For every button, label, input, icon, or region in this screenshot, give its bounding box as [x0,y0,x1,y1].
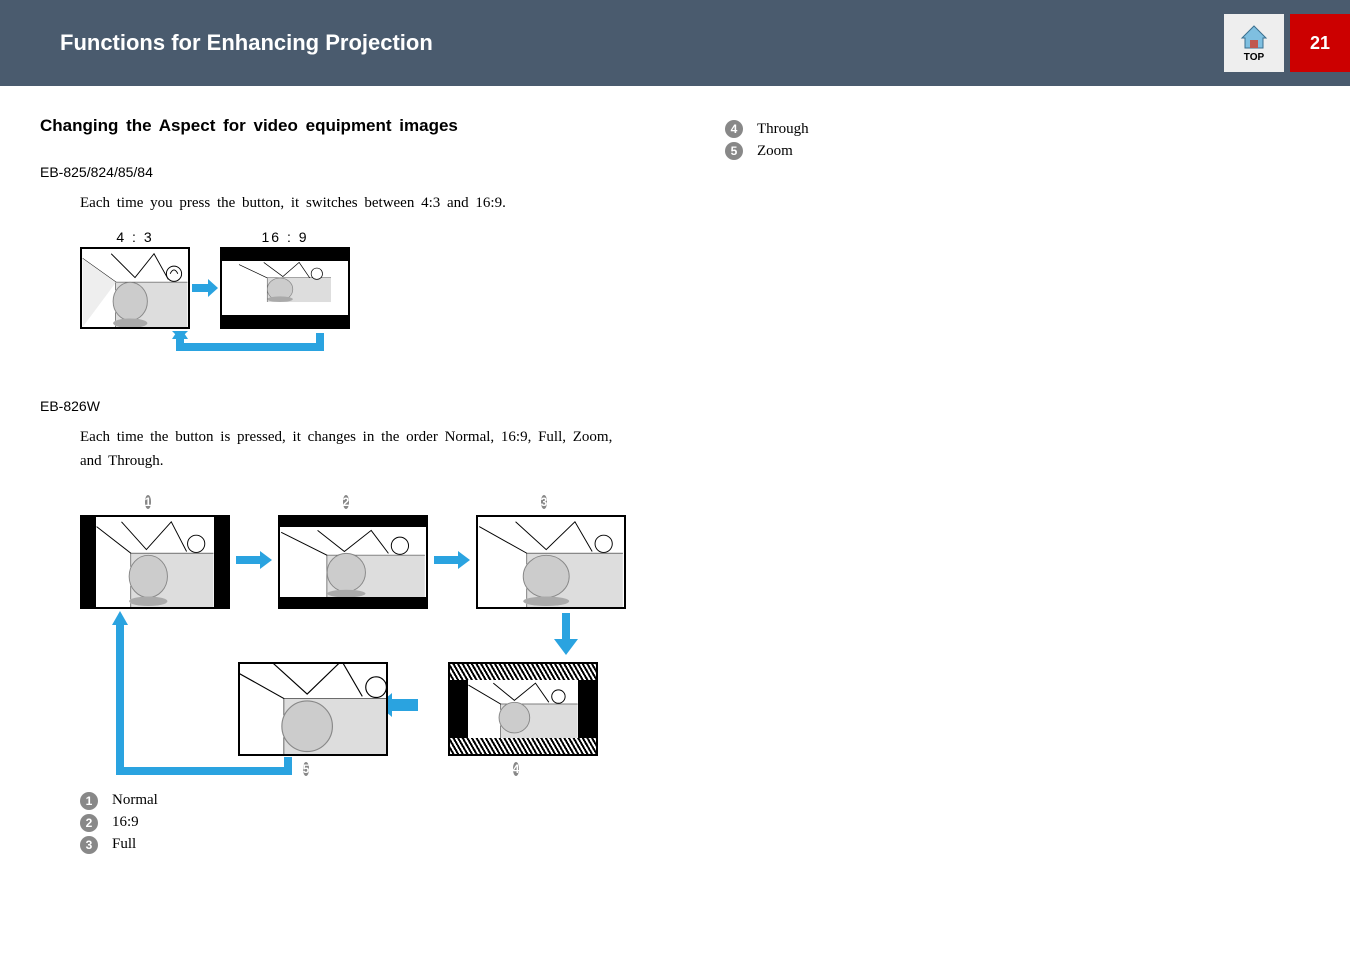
room-image [222,261,348,319]
cycle-arrow-icon [120,331,350,363]
screen-16-9-mode [278,515,428,609]
room-image [238,662,388,756]
header-title: Functions for Enhancing Projection [60,30,433,56]
legend-item-4: 4 Through [725,120,1290,138]
screen-zoom [238,662,388,756]
legend-right: 4 Through 5 Zoom [725,120,1290,160]
right-column: 4 Through 5 Zoom [665,116,1290,858]
marker-1: 1 [145,495,152,509]
top-nav-button[interactable]: TOP [1224,14,1284,72]
diagram-five-modes: 1 [80,493,635,778]
arrow-right-icon [234,549,274,571]
arrow-right-icon [190,277,220,299]
legend-label: Through [757,121,809,138]
legend-item-2: 2 16:9 [80,814,635,832]
page-number: 21 [1290,14,1350,72]
legend-marker-3: 3 [80,836,98,854]
screen-normal [80,515,230,609]
legend-marker-1: 1 [80,792,98,810]
top-label: TOP [1244,52,1264,63]
marker-3: 3 [541,495,548,509]
legend-marker-2: 2 [80,814,98,832]
legend-label: Normal [112,792,158,809]
ratio-label-4-3: 4 : 3 [80,229,190,245]
marker-2: 2 [343,495,350,509]
model2-body: Each time the button is pressed, it chan… [80,426,625,473]
arrow-right-icon [432,549,472,571]
legend-label: Zoom [757,143,793,160]
legend-marker-5: 5 [725,142,743,160]
section-title: Changing the Aspect for video equipment … [40,116,635,136]
home-icon [1239,24,1269,52]
marker-5: 5 [303,762,310,776]
model1-heading: EB-825/824/85/84 [40,164,635,180]
room-image [478,517,624,607]
screen-full [476,515,626,609]
screen-4-3 [80,247,190,329]
diagram-4-3-16-9: 4 : 3 16 : 9 [80,229,635,368]
legend-left: 1 Normal 2 16:9 3 Full [80,792,635,854]
marker-4: 4 [513,762,520,776]
ratio-label-16-9: 16 : 9 [220,229,350,245]
room-image [280,517,426,607]
model1-body: Each time you press the button, it switc… [80,192,625,215]
legend-label: 16:9 [112,814,139,831]
legend-marker-4: 4 [725,120,743,138]
content: Changing the Aspect for video equipment … [0,86,1350,858]
room-image [82,249,188,327]
model2-heading: EB-826W [40,398,635,414]
header-right: TOP 21 [1214,14,1350,72]
screen-through [448,662,598,756]
legend-item-5: 5 Zoom [725,142,1290,160]
legend-item-3: 3 Full [80,836,635,854]
left-column: Changing the Aspect for video equipment … [40,116,665,858]
screen-16-9 [220,247,350,329]
header-bar: Functions for Enhancing Projection TOP 2… [0,0,1350,86]
legend-item-1: 1 Normal [80,792,635,810]
legend-label: Full [112,836,136,853]
room-image [82,517,228,607]
